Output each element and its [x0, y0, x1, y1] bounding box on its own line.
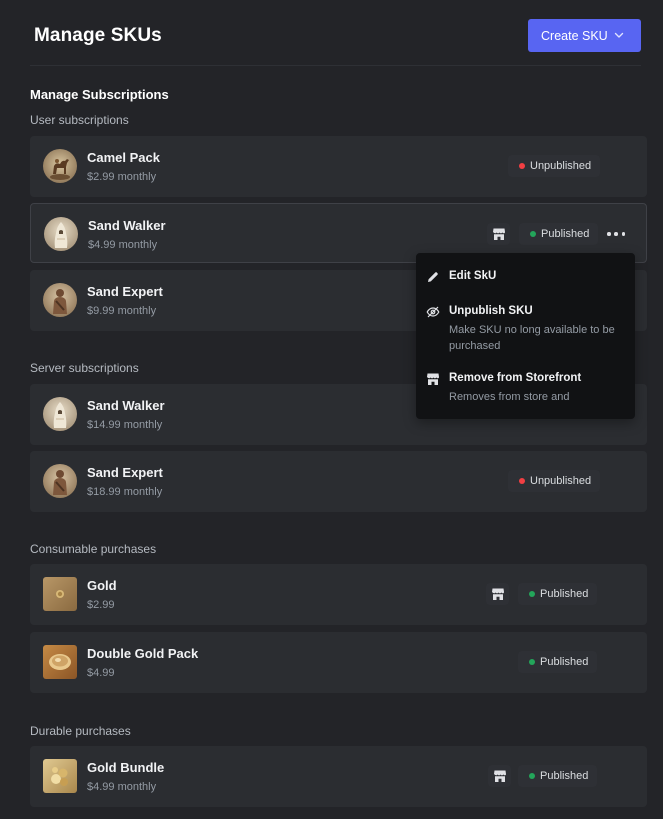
menu-item-label: Unpublish SKU — [449, 305, 533, 317]
menu-item-edit[interactable]: Edit SkU — [416, 270, 635, 290]
group-label-server: Server subscriptions — [30, 361, 139, 375]
sku-row-camel-pack[interactable]: Camel Pack $2.99 monthly Unpublished — [30, 136, 647, 197]
status-label: Published — [540, 770, 589, 782]
sku-row-gold[interactable]: Gold $2.99 Published — [30, 564, 647, 625]
create-sku-label: Create SKU — [541, 28, 608, 43]
pencil-icon — [428, 272, 438, 282]
sku-price: $4.99 monthly — [87, 781, 157, 793]
published-dot-icon — [529, 591, 535, 597]
gold-thumbnail — [43, 577, 77, 611]
status-label: Published — [540, 656, 589, 668]
sku-price: $18.99 monthly — [87, 486, 163, 498]
published-dot-icon — [530, 231, 536, 237]
group-label-consumable: Consumable purchases — [30, 542, 157, 556]
sku-price: $4.99 — [87, 667, 115, 679]
published-dot-icon — [529, 773, 535, 779]
eye-off-icon — [426, 306, 440, 318]
sku-price: $4.99 monthly — [88, 239, 158, 251]
menu-item-description: Make SKU no long available to be purchas… — [449, 324, 615, 352]
sku-name: Camel Pack — [87, 150, 160, 165]
sku-name: Gold — [87, 578, 117, 593]
status-label: Published — [540, 588, 589, 600]
sku-price: $2.99 monthly — [87, 171, 157, 183]
storefront-icon[interactable] — [486, 583, 509, 605]
storefront-icon[interactable] — [488, 765, 511, 787]
sku-name: Sand Expert — [87, 284, 163, 299]
status-badge: Published — [518, 583, 598, 605]
camel-avatar — [43, 149, 77, 183]
sand-expert-avatar — [43, 283, 77, 317]
double-gold-thumbnail — [43, 645, 77, 679]
status-badge: Published — [519, 223, 599, 245]
status-badge: Unpublished — [508, 470, 601, 492]
published-dot-icon — [529, 659, 535, 665]
storefront-icon[interactable] — [487, 223, 510, 245]
sand-expert-avatar — [43, 464, 77, 498]
sku-name: Sand Expert — [87, 465, 163, 480]
sku-name: Sand Walker — [88, 218, 166, 233]
sand-walker-avatar — [44, 217, 78, 251]
sku-row-double-gold-pack[interactable]: Double Gold Pack $4.99 Published — [30, 632, 647, 693]
sku-context-menu: Edit SkU Unpublish SKU Make SKU no long … — [416, 253, 635, 419]
menu-item-remove-storefront[interactable]: Remove from Storefront Removes from stor… — [416, 372, 635, 408]
status-badge: Published — [518, 651, 598, 673]
menu-item-label: Remove from Storefront — [449, 372, 582, 384]
storefront-icon — [427, 373, 439, 385]
section-title: Manage Subscriptions — [30, 87, 169, 102]
menu-item-description: Removes from store and — [449, 391, 570, 403]
status-label: Unpublished — [530, 160, 592, 172]
status-label: Published — [541, 228, 590, 240]
page-title: Manage SKUs — [34, 25, 162, 46]
more-icon[interactable] — [607, 226, 625, 242]
group-label-user: User subscriptions — [30, 113, 129, 127]
unpublished-dot-icon — [519, 478, 525, 484]
menu-item-label: Edit SkU — [449, 270, 497, 282]
sku-row-gold-bundle[interactable]: Gold Bundle $4.99 monthly Published — [30, 746, 647, 807]
unpublished-dot-icon — [519, 163, 525, 169]
status-label: Unpublished — [530, 475, 592, 487]
status-badge: Published — [518, 765, 598, 787]
chevron-down-icon[interactable] — [613, 29, 625, 41]
group-label-durable: Durable purchases — [30, 724, 131, 738]
sku-row-sand-expert-server[interactable]: Sand Expert $18.99 monthly Unpublished — [30, 451, 647, 512]
sku-name: Gold Bundle — [87, 760, 165, 775]
sku-name: Double Gold Pack — [87, 646, 199, 661]
sku-price: $14.99 monthly — [87, 419, 163, 431]
sku-price: $9.99 monthly — [87, 305, 157, 317]
sand-walker-avatar — [43, 397, 77, 431]
create-sku-button[interactable]: Create SKU — [528, 19, 641, 52]
sku-name: Sand Walker — [87, 398, 165, 413]
status-badge: Unpublished — [508, 155, 601, 177]
menu-item-unpublish[interactable]: Unpublish SKU Make SKU no long available… — [416, 305, 635, 355]
page-header: Manage SKUs Create SKU — [30, 0, 641, 66]
sku-price: $2.99 — [87, 599, 115, 611]
gold-bundle-thumbnail — [43, 759, 77, 793]
